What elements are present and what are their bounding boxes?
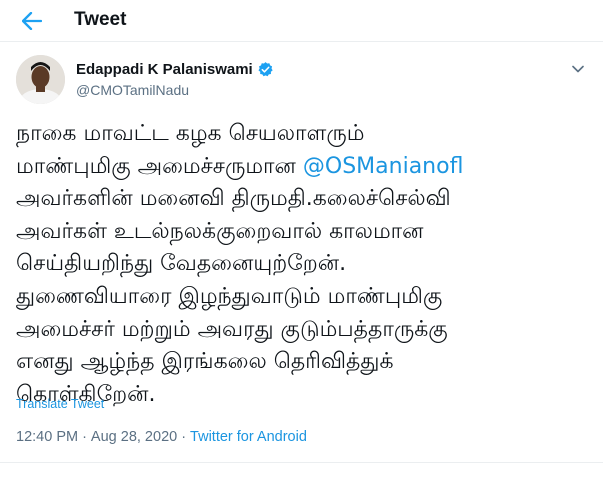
tweet-source-link[interactable]: Twitter for Android	[190, 429, 307, 445]
back-button[interactable]	[18, 7, 46, 35]
avatar-photo	[16, 55, 65, 104]
tweet-header: Tweet	[0, 0, 603, 42]
meta-separator: ·	[181, 429, 187, 445]
tweet-author: Edappadi K Palaniswami @CMOTamilNadu	[16, 55, 586, 111]
tweet-line: அவர்களின் மனைவி திருமதி.கலைச்செல்வி	[16, 186, 451, 212]
verified-badge-icon	[258, 62, 273, 77]
tweet-line-text: மாண்புமிகு அமைச்சருமான	[16, 153, 303, 179]
translate-tweet-link[interactable]: Translate Tweet	[16, 397, 104, 411]
tweet-meta: 12:40 PM · Aug 28, 2020 · Twitter for An…	[16, 429, 307, 445]
tweet-text: நாகை மாவட்ட கழக செயலாளரும் மாண்புமிகு அம…	[16, 118, 596, 411]
tweet-line: அவர்கள் உடல்நலக்குறைவால் காலமான	[16, 218, 424, 244]
tweet-line: துணைவியாரை இழந்துவாடும் மாண்புமிகு	[16, 283, 443, 309]
header-title: Tweet	[74, 9, 127, 30]
divider	[0, 462, 603, 463]
mention-link[interactable]: @OSManianofl	[303, 154, 464, 179]
tweet-line: மாண்புமிகு அமைச்சருமான @OSManianofl	[16, 151, 596, 184]
tweet-time[interactable]: 12:40 PM	[16, 429, 78, 445]
author-name[interactable]: Edappadi K Palaniswami	[76, 61, 253, 78]
tweet-line: எனது ஆழ்ந்த இரங்கலை தெரிவித்துக்	[16, 349, 394, 375]
arrow-left-icon	[22, 12, 42, 30]
tweet-line: நாகை மாவட்ட கழக செயலாளரும்	[16, 121, 365, 146]
author-name-row[interactable]: Edappadi K Palaniswami	[76, 61, 274, 78]
avatar[interactable]	[16, 55, 65, 104]
tweet-date[interactable]: Aug 28, 2020	[91, 429, 177, 445]
author-handle[interactable]: @CMOTamilNadu	[76, 82, 189, 98]
tweet-menu-button[interactable]	[568, 59, 588, 79]
tweet-line: அமைச்சர் மற்றும் அவரது குடும்பத்தாருக்கு	[16, 316, 448, 342]
meta-separator: ·	[82, 429, 87, 445]
chevron-down-icon	[572, 65, 584, 73]
tweet-line: செய்தியறிந்து வேதனையுற்றேன்.	[16, 251, 347, 277]
